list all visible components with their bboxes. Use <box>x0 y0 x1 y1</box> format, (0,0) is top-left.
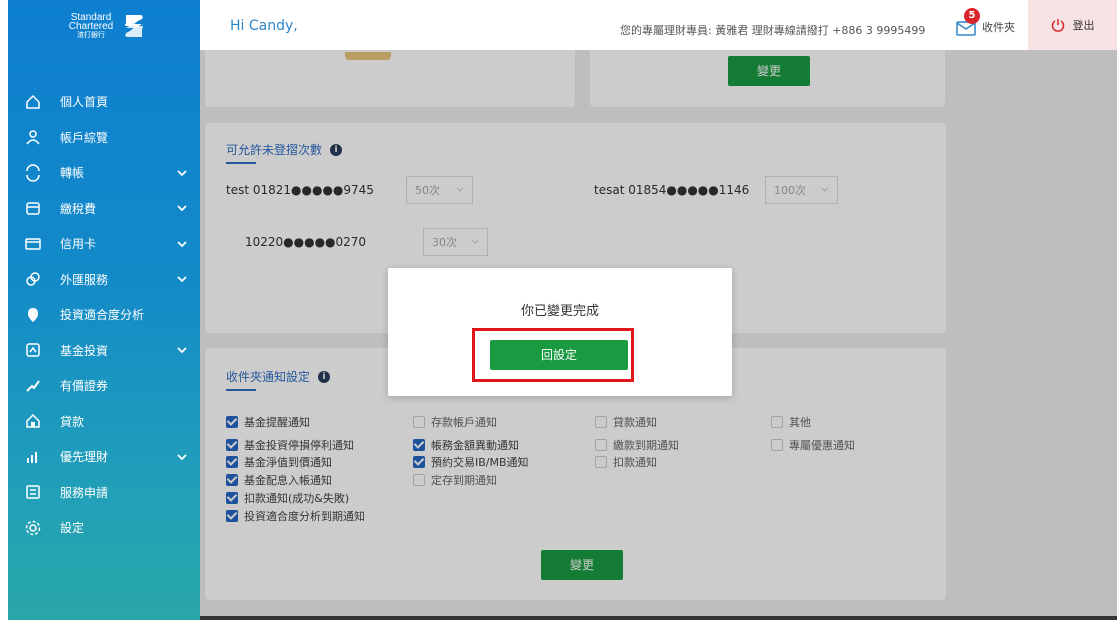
sidebar-item[interactable]: 優先理財 <box>8 439 200 475</box>
sidebar-item[interactable]: 外匯服務 <box>8 262 200 298</box>
house-icon <box>24 412 42 430</box>
advisor-info: 您的專屬理財專員: 黃雅君 理財專線請撥打 +886 3 9995499 <box>620 24 926 37</box>
sidebar-item-label: 優先理財 <box>60 450 109 465</box>
bottom-border <box>200 616 1117 620</box>
securities-icon <box>24 377 42 395</box>
sidebar: Standard Chartered 渣打銀行 個人首頁帳戶綜覽轉帳繳稅費信用卡… <box>8 0 200 620</box>
sidebar-item-label: 服務申請 <box>60 485 109 500</box>
sidebar-item[interactable]: 服務申請 <box>8 475 200 511</box>
sidebar-item-label: 外匯服務 <box>60 272 109 287</box>
logo-chinese-name: 渣打銀行 <box>77 31 105 39</box>
chevron-down-icon <box>177 347 187 354</box>
transfer-icon <box>24 164 42 182</box>
sidebar-item-label: 轉帳 <box>60 166 85 181</box>
sidebar-item-label: 有價證券 <box>60 379 109 394</box>
confirmation-dialog: 你已變更完成 回設定 <box>388 268 732 396</box>
sidebar-item-label: 個人首頁 <box>60 95 109 110</box>
gear-icon <box>24 519 42 537</box>
sidebar-item[interactable]: 帳戶綜覽 <box>8 120 200 156</box>
standard-chartered-logo-icon <box>125 15 143 37</box>
chevron-down-icon <box>177 454 187 461</box>
bank-logo[interactable]: Standard Chartered 渣打銀行 <box>64 6 154 46</box>
logout-button[interactable]: 登出 <box>1028 0 1117 50</box>
back-to-settings-button[interactable]: 回設定 <box>490 340 628 370</box>
envelope-icon: 5 <box>956 8 980 36</box>
sidebar-item[interactable]: 有價證券 <box>8 368 200 404</box>
home-icon <box>24 93 42 111</box>
chevron-down-icon <box>177 205 187 212</box>
inbox-button[interactable]: 5 收件夾 <box>956 8 1015 36</box>
sidebar-item[interactable]: 個人首頁 <box>8 84 200 120</box>
sidebar-item-label: 基金投資 <box>60 343 109 358</box>
sidebar-item[interactable]: 繳稅費 <box>8 191 200 227</box>
chart-icon <box>24 448 42 466</box>
logo-wordmark: Standard Chartered 渣打銀行 <box>64 12 118 40</box>
credit-card-icon <box>24 235 42 253</box>
sidebar-item-label: 帳戶綜覽 <box>60 130 109 145</box>
form-icon <box>24 483 42 501</box>
inbox-count-badge: 5 <box>964 8 980 24</box>
sidebar-nav: 個人首頁帳戶綜覽轉帳繳稅費信用卡外匯服務投資適合度分析 基金投資有價證券貸款優先理… <box>8 84 200 546</box>
sidebar-item-label: 投資適合度分析 <box>60 308 145 323</box>
sidebar-item-label: 繳稅費 <box>60 201 97 216</box>
power-icon <box>1051 19 1064 32</box>
sidebar-item-label: 信用卡 <box>60 237 97 252</box>
logo-line-2: Chartered <box>68 20 114 32</box>
sidebar-item-label: 設定 <box>60 521 85 536</box>
sidebar-item[interactable]: 轉帳 <box>8 155 200 191</box>
sidebar-item-label: 貸款 <box>60 414 85 429</box>
chevron-down-icon <box>177 241 187 248</box>
chevron-down-icon <box>177 170 187 177</box>
wallet-icon <box>24 199 42 217</box>
greeting-text: Hi Candy, <box>230 18 298 34</box>
sidebar-item[interactable]: 設定 <box>8 510 200 546</box>
chevron-down-icon <box>177 276 187 283</box>
inbox-label: 收件夾 <box>982 21 1015 34</box>
sidebar-item[interactable]: 基金投資 <box>8 333 200 369</box>
fund-icon <box>24 341 42 359</box>
sidebar-item[interactable]: 投資適合度分析 <box>8 297 200 333</box>
user-icon <box>24 128 42 146</box>
sidebar-item[interactable]: 貸款 <box>8 404 200 440</box>
dialog-message: 你已變更完成 <box>520 304 599 319</box>
logout-label: 登出 <box>1072 19 1095 32</box>
sidebar-item[interactable]: 信用卡 <box>8 226 200 262</box>
exchange-icon <box>24 270 42 288</box>
shield-icon <box>24 306 42 324</box>
